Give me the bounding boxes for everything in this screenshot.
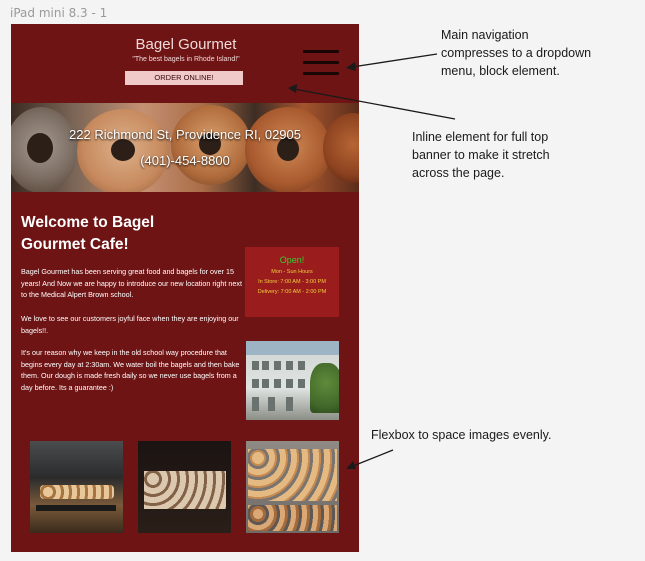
- nav-annotation: Main navigation compresses to a dropdown…: [441, 26, 591, 80]
- annotation-line: Flexbox to space images evenly.: [371, 428, 552, 442]
- annotation-line: Main navigation: [441, 28, 529, 42]
- annotation-line: Inline element for full top: [412, 130, 549, 144]
- annotation-line: compresses to a dropdown: [441, 46, 592, 60]
- banner-annotation: Inline element for full top banner to ma…: [412, 128, 550, 182]
- flexbox-annotation: Flexbox to space images evenly.: [371, 426, 551, 444]
- annotation-line: banner to make it stretch: [412, 148, 550, 162]
- annotation-line: menu, block element.: [441, 64, 560, 78]
- annotation-arrows: [288, 53, 456, 469]
- annotation-line: across the page.: [412, 166, 505, 180]
